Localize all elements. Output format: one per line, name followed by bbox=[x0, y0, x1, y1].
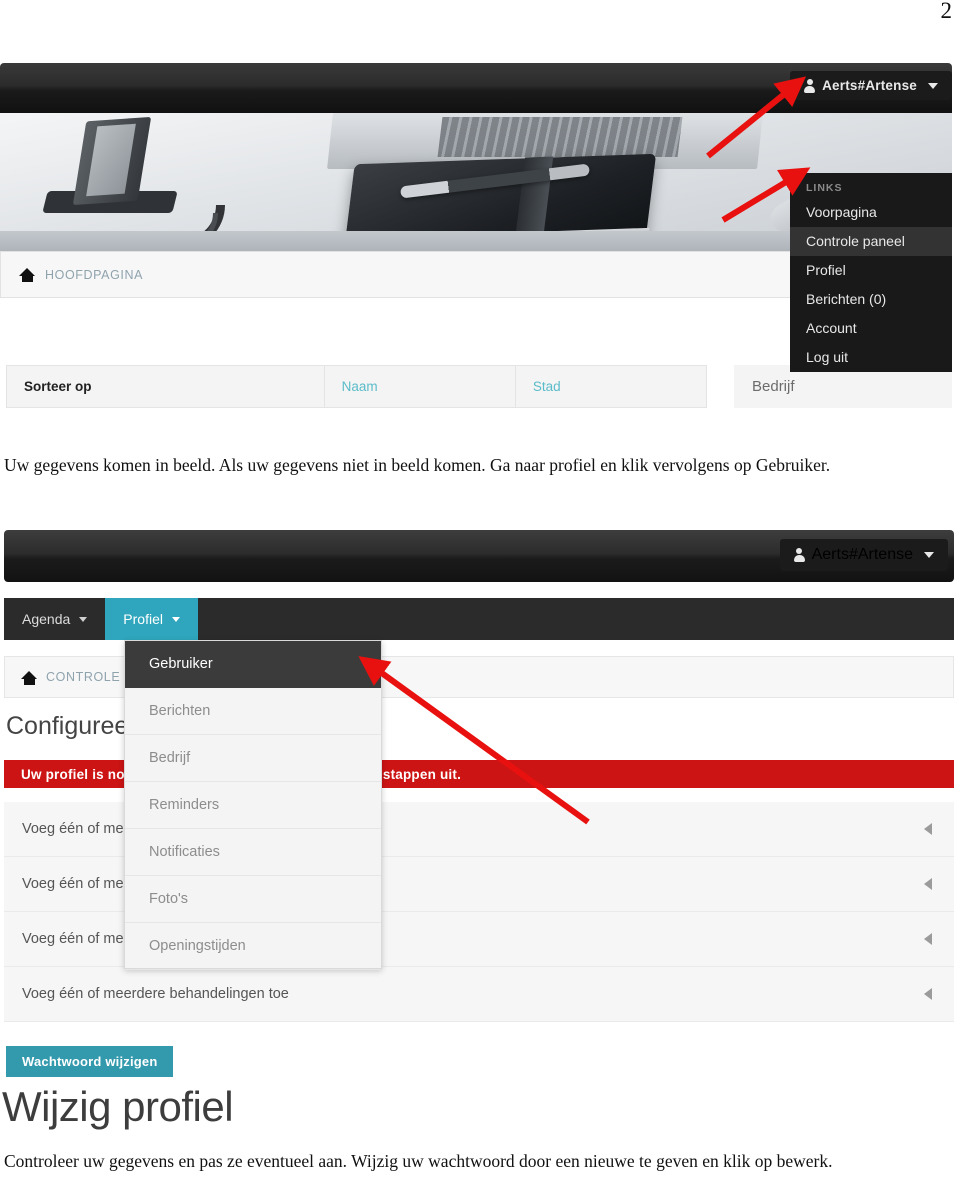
change-password-button[interactable]: Wachtwoord wijzigen bbox=[6, 1046, 174, 1077]
menu-item-profiel[interactable]: Profiel bbox=[790, 256, 952, 285]
top-bar: Aerts#Artense bbox=[0, 63, 952, 113]
menu-item-openingstijden[interactable]: Openingstijden bbox=[125, 923, 381, 970]
user-dropdown-menu[interactable]: LINKS Voorpagina Controle paneel Profiel… bbox=[790, 173, 952, 372]
tab-profiel[interactable]: Profiel bbox=[105, 598, 198, 640]
chevron-down-icon bbox=[171, 616, 180, 622]
photo-keyboard bbox=[437, 117, 683, 157]
list-item-label: Voeg één of meerdere behandelingen toe bbox=[22, 986, 289, 1002]
username-label: Aerts#Artense bbox=[822, 78, 917, 93]
section-title: Wijzig profiel bbox=[2, 1083, 234, 1130]
top-bar-2: Aerts#Artense bbox=[4, 530, 954, 582]
tab-agenda[interactable]: Agenda bbox=[4, 598, 105, 640]
instruction-text-2: Controleer uw gegevens en pas ze eventue… bbox=[4, 1151, 833, 1171]
dropdown-section-label: LINKS bbox=[806, 182, 843, 194]
company-panel-label: Bedrijf bbox=[752, 378, 795, 395]
person-icon bbox=[804, 78, 816, 93]
menu-item-bedrijf[interactable]: Bedrijf bbox=[125, 735, 381, 782]
menu-item-fotos[interactable]: Foto's bbox=[125, 876, 381, 923]
sort-by-city-link[interactable]: Stad bbox=[514, 366, 706, 407]
sort-table-header: Sorteer op Naam Stad bbox=[6, 365, 707, 408]
chevron-down-icon bbox=[928, 82, 938, 89]
triangle-left-icon[interactable] bbox=[924, 933, 932, 945]
menu-item-berichten[interactable]: Berichten bbox=[125, 688, 381, 735]
triangle-left-icon[interactable] bbox=[924, 823, 932, 835]
home-icon bbox=[19, 267, 36, 282]
person-icon bbox=[793, 548, 805, 562]
document-page: 2 Aerts#Artense HOOFDPAGINA Sorteer op N… bbox=[0, 0, 960, 1201]
menu-item-voorpagina[interactable]: Voorpagina bbox=[790, 198, 952, 227]
menu-item-berichten[interactable]: Berichten (0) bbox=[790, 285, 952, 314]
home-icon bbox=[21, 670, 38, 685]
main-navigation: Agenda Profiel bbox=[4, 598, 954, 640]
menu-item-reminders[interactable]: Reminders bbox=[125, 782, 381, 829]
menu-item-notificaties[interactable]: Notificaties bbox=[125, 829, 381, 876]
menu-item-log-uit[interactable]: Log uit bbox=[790, 343, 952, 372]
profile-dropdown-menu[interactable]: Gebruiker Berichten Bedrijf Reminders No… bbox=[124, 640, 382, 970]
tab-profiel-label: Profiel bbox=[123, 611, 163, 627]
menu-item-controle-paneel[interactable]: Controle paneel bbox=[790, 227, 952, 256]
triangle-left-icon[interactable] bbox=[924, 988, 932, 1000]
page-number: 2 bbox=[940, 0, 953, 23]
chevron-down-icon bbox=[924, 552, 934, 558]
user-menu-button-2[interactable]: Aerts#Artense bbox=[779, 539, 948, 571]
list-item[interactable]: Voeg één of meerdere behandelingen toe bbox=[4, 967, 954, 1022]
username-label-2: Aerts#Artense bbox=[811, 546, 913, 563]
instruction-text-1: Uw gegevens komen in beeld. Als uw gegev… bbox=[4, 455, 831, 475]
sort-label: Sorteer op bbox=[24, 379, 92, 394]
breadcrumb-label[interactable]: HOOFDPAGINA bbox=[45, 268, 143, 282]
screenshot-control-panel: Aerts#Artense HOOFDPAGINA Sorteer op Naa… bbox=[0, 63, 952, 408]
chevron-down-icon bbox=[79, 616, 88, 622]
menu-item-account[interactable]: Account bbox=[790, 314, 952, 343]
user-menu-button[interactable]: Aerts#Artense bbox=[790, 71, 952, 100]
sort-by-name-link[interactable]: Naam bbox=[323, 366, 515, 407]
triangle-left-icon[interactable] bbox=[924, 878, 932, 890]
menu-item-gebruiker[interactable]: Gebruiker bbox=[125, 641, 381, 688]
tab-agenda-label: Agenda bbox=[22, 611, 71, 627]
